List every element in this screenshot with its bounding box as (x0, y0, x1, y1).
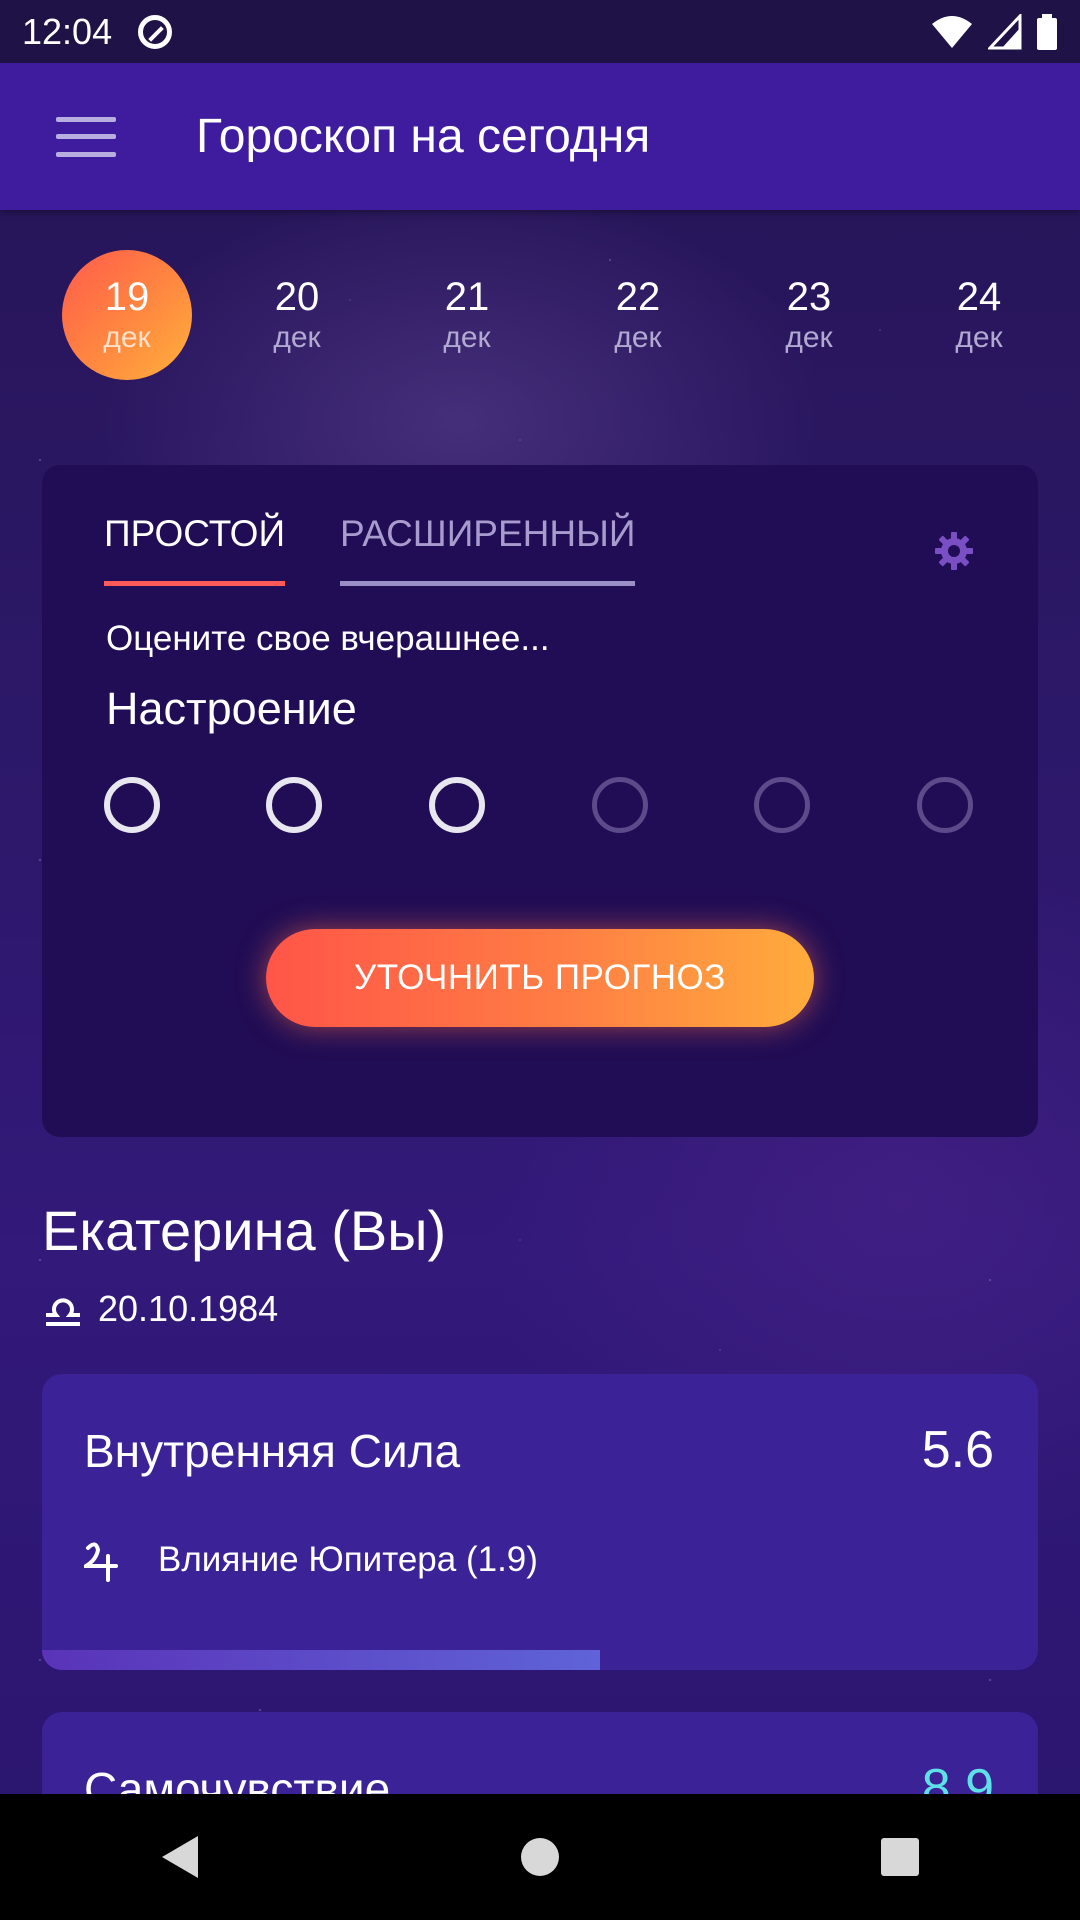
rating-card: ПРОСТОЙ РАСШИРЕННЫЙ Оцените свое вчерашн… (42, 465, 1038, 1137)
person-birth-row: 20.10.1984 (42, 1288, 278, 1330)
status-icons (930, 13, 1058, 50)
rating-option-1[interactable] (104, 777, 160, 833)
status-bar: 12:04 (0, 0, 1080, 63)
recents-button[interactable] (860, 1817, 940, 1897)
back-button[interactable] (140, 1817, 220, 1897)
date-day: 22 (615, 275, 661, 319)
date-day: 23 (786, 275, 832, 319)
at-sign-icon (138, 14, 173, 49)
date-item[interactable]: 24 дек (914, 250, 1044, 380)
rating-option-4[interactable] (592, 777, 648, 833)
refine-forecast-button[interactable]: УТОЧНИТЬ ПРОГНОЗ (266, 929, 814, 1027)
page-title: Гороскоп на сегодня (196, 110, 651, 163)
date-day: 20 (274, 275, 320, 319)
date-month: дек (103, 321, 151, 354)
influence-row: Влияние Юпитера (1.9) (84, 1538, 538, 1582)
rating-option-6[interactable] (917, 777, 973, 833)
forecast-progress-fill (42, 1650, 600, 1670)
forecast-card[interactable]: Внутренняя Сила 5.6 Влияние Юпитера (1.9… (42, 1374, 1038, 1670)
home-button[interactable] (500, 1817, 580, 1897)
date-selector: 19 дек 20 дек 21 дек 22 дек 23 дек 24 де… (0, 250, 1080, 380)
gear-icon[interactable] (934, 531, 974, 571)
libra-icon (46, 1298, 80, 1326)
rating-option-2[interactable] (266, 777, 322, 833)
date-item-selected[interactable]: 19 дек (62, 250, 192, 380)
influence-text: Влияние Юпитера (1.9) (158, 1540, 538, 1579)
date-day: 21 (444, 275, 490, 319)
person-name: Екатерина (Вы) (42, 1199, 447, 1262)
recents-icon (881, 1838, 919, 1876)
date-month: дек (443, 321, 491, 354)
date-item[interactable]: 23 дек (744, 250, 874, 380)
date-item[interactable]: 20 дек (232, 250, 362, 380)
rating-prompt: Оцените свое вчерашнее... (106, 619, 550, 658)
app-bar: Гороскоп на сегодня (0, 63, 1080, 210)
date-day: 24 (956, 275, 1002, 319)
date-item[interactable]: 22 дек (573, 250, 703, 380)
date-month: дек (273, 321, 321, 354)
home-icon (521, 1838, 559, 1876)
jupiter-icon (84, 1542, 118, 1582)
rating-category: Настроение (106, 683, 357, 734)
date-item[interactable]: 21 дек (402, 250, 532, 380)
back-icon (162, 1836, 198, 1878)
date-month: дек (955, 321, 1003, 354)
menu-icon[interactable] (56, 116, 116, 157)
rating-option-3[interactable] (429, 777, 485, 833)
mood-rating (104, 777, 980, 837)
navigation-bar (0, 1794, 1080, 1920)
birth-date: 20.10.1984 (98, 1288, 279, 1329)
forecast-title: Внутренняя Сила (84, 1425, 461, 1477)
date-day: 19 (104, 275, 150, 319)
battery-icon (1037, 13, 1057, 50)
wifi-icon (932, 15, 972, 48)
forecast-progress (42, 1650, 1038, 1670)
date-month: дек (785, 321, 833, 354)
tab-simple[interactable]: ПРОСТОЙ (104, 513, 286, 586)
forecast-score: 5.6 (921, 1421, 994, 1479)
signal-icon (988, 13, 1022, 49)
date-month: дек (614, 321, 662, 354)
rating-option-5[interactable] (754, 777, 810, 833)
tab-extended[interactable]: РАСШИРЕННЫЙ (340, 513, 636, 586)
status-time: 12:04 (22, 10, 113, 52)
